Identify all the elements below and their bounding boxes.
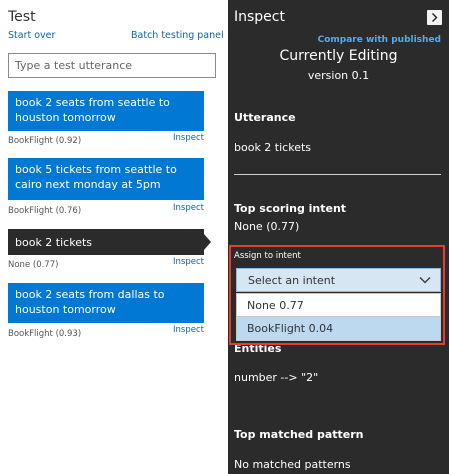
- intent-select-value: Select an intent: [248, 274, 336, 287]
- inspect-link[interactable]: Inspect: [164, 203, 204, 213]
- close-panel-button[interactable]: [427, 10, 442, 25]
- utterance-card-selected[interactable]: book 2 tickets: [8, 229, 204, 255]
- test-panel: Test Start over Batch testing panel book…: [0, 0, 228, 474]
- top-intent-value: None (0.77): [234, 220, 300, 233]
- inspect-panel: Inspect Compare with published Currently…: [228, 0, 449, 474]
- intent-option-bookflight[interactable]: BookFlight 0.04: [236, 317, 441, 341]
- compare-with-published-link[interactable]: Compare with published: [318, 35, 441, 45]
- intent-select[interactable]: Select an intent: [236, 268, 441, 292]
- utterance-card[interactable]: book 2 seats from seattle to houston tom…: [8, 91, 204, 131]
- chevron-down-icon: [419, 277, 431, 284]
- version-label: version 0.1: [307, 69, 370, 82]
- utterance-value: book 2 tickets: [234, 141, 312, 154]
- top-intent-heading: Top scoring intent: [234, 202, 347, 215]
- top-pattern-value: No matched patterns: [234, 458, 351, 471]
- entities-value: number --> "2": [234, 371, 319, 384]
- inspect-panel-title: Inspect: [234, 9, 285, 25]
- utterance-result: BookFlight (0.92): [8, 136, 82, 146]
- intent-option-none[interactable]: None 0.77: [236, 293, 441, 317]
- selected-pointer: [204, 234, 211, 250]
- inspect-link[interactable]: Inspect: [164, 325, 204, 335]
- utterance-result: BookFlight (0.76): [8, 206, 82, 216]
- utterance-result: None (0.77): [8, 260, 59, 270]
- test-utterance-input[interactable]: [8, 53, 216, 78]
- currently-editing-heading: Currently Editing: [279, 48, 398, 64]
- chevron-right-icon: [432, 13, 438, 22]
- top-pattern-heading: Top matched pattern: [234, 428, 364, 441]
- inspect-link[interactable]: Inspect: [164, 133, 204, 143]
- batch-testing-panel-link[interactable]: Batch testing panel: [131, 30, 224, 41]
- utterance-result: BookFlight (0.93): [8, 329, 82, 339]
- assign-intent-label: Assign to intent: [234, 251, 301, 261]
- test-panel-title: Test: [8, 9, 36, 25]
- inspect-link[interactable]: Inspect: [164, 257, 204, 267]
- utterance-card[interactable]: book 5 tickets from seattle to cairo nex…: [8, 158, 204, 200]
- section-divider: [234, 174, 441, 175]
- utterance-card[interactable]: book 2 seats from dallas to houston tomo…: [8, 283, 204, 323]
- start-over-link[interactable]: Start over: [8, 30, 55, 41]
- utterance-heading: Utterance: [234, 111, 296, 124]
